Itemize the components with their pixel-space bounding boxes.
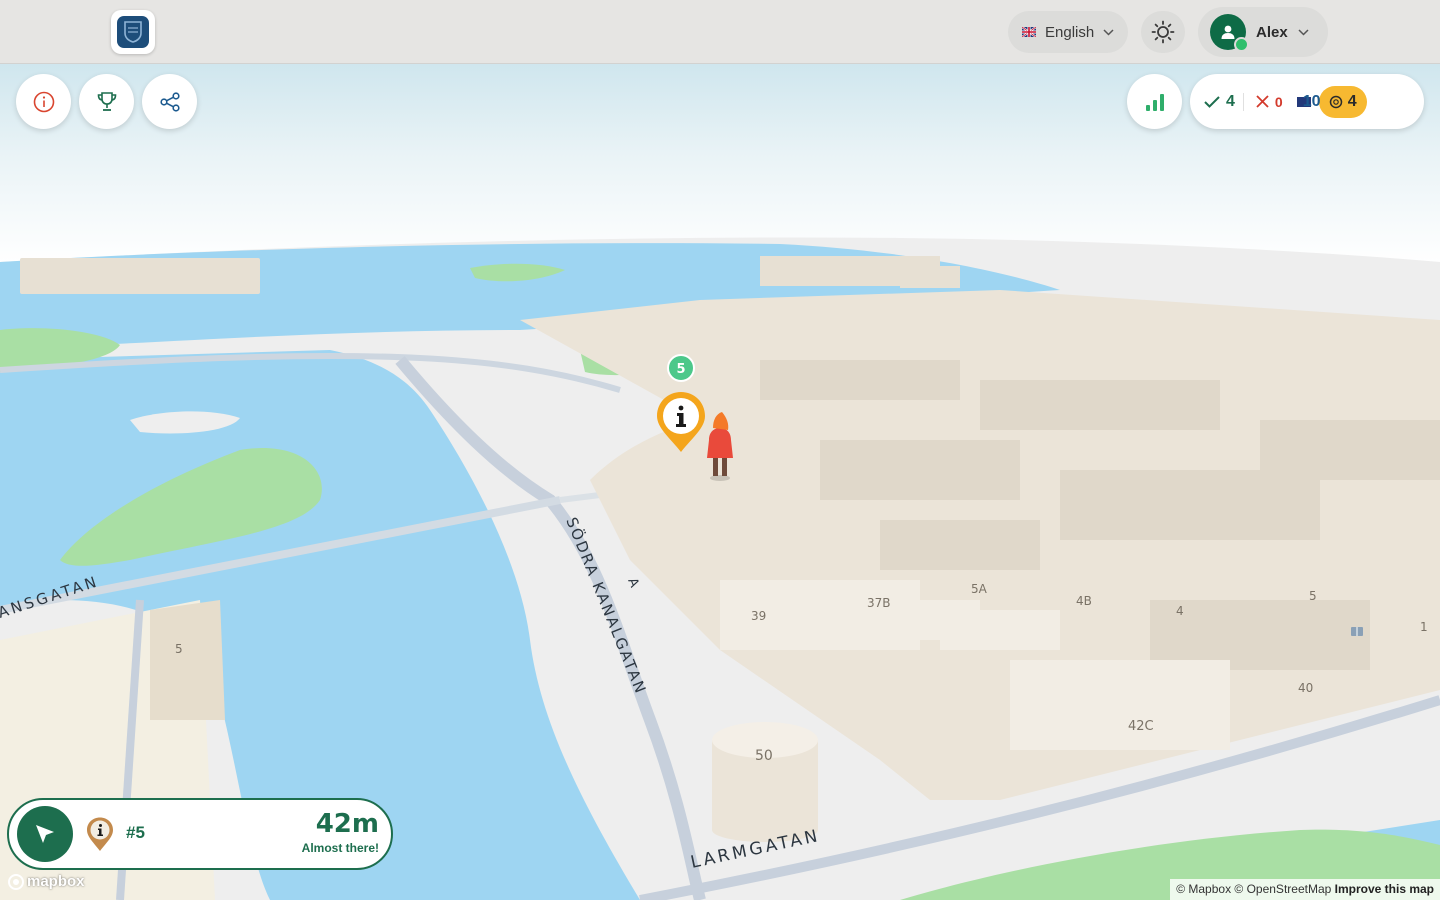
online-status-dot	[1234, 37, 1249, 52]
poi-pin-icon	[85, 816, 115, 857]
score-panel: 4 0 10 4	[1190, 74, 1424, 129]
chevron-down-icon	[1103, 28, 1114, 36]
cluster-count: 5	[676, 362, 685, 377]
sun-icon	[1151, 20, 1175, 44]
app-logo[interactable]	[111, 10, 155, 54]
wrong-value: 0	[1274, 93, 1283, 110]
trophy-icon	[97, 91, 116, 111]
house-number: 5A	[971, 582, 988, 596]
user-name: Alex	[1256, 23, 1288, 41]
theme-toggle-button[interactable]	[1141, 11, 1185, 53]
improve-map-link[interactable]: Improve this map	[1335, 882, 1434, 896]
language-selector[interactable]: English	[1008, 11, 1128, 53]
bar-chart-icon	[1145, 93, 1164, 111]
distance-message: Almost there!	[301, 841, 379, 855]
wrong-count: 0	[1256, 94, 1283, 110]
poi-number: #5	[126, 823, 145, 842]
mapbox-logo-text: mapbox	[27, 873, 85, 890]
house-number: 39	[751, 609, 766, 623]
house-number: 4B	[1076, 594, 1092, 608]
info-button[interactable]	[16, 74, 71, 129]
stats-button[interactable]	[1127, 74, 1182, 129]
coin-value: 4	[1347, 92, 1357, 110]
house-number: 37B	[867, 596, 891, 610]
distance-value: 42m	[315, 809, 379, 839]
crest-icon	[117, 16, 149, 48]
house-number: 5	[1309, 589, 1317, 603]
cross-icon	[1256, 95, 1269, 108]
user-menu[interactable]: Alex	[1198, 7, 1328, 57]
navigation-arrow-icon	[36, 825, 54, 843]
house-number: 4	[1176, 604, 1184, 618]
language-label: English	[1045, 23, 1095, 41]
info-circle-icon	[33, 91, 54, 112]
divider	[1242, 92, 1244, 111]
map-attribution: © Mapbox © OpenStreetMap Improve this ma…	[1170, 879, 1440, 900]
share-icon	[159, 91, 180, 112]
house-number: 1	[1420, 620, 1428, 634]
correct-count: 4	[1204, 93, 1235, 111]
house-number: 50	[755, 748, 773, 764]
house-number: 5	[175, 642, 183, 656]
check-icon	[1204, 95, 1220, 108]
leaderboard-button[interactable]	[79, 74, 134, 129]
map-canvas[interactable]: SÖDRA KANALGATAN LARMGATAN ANSGATAN A 39…	[0, 0, 1440, 900]
correct-value: 4	[1226, 92, 1235, 110]
navigate-button[interactable]	[17, 806, 73, 862]
flag-count: 10	[1296, 93, 1321, 110]
house-number: 40	[1298, 681, 1313, 695]
book-icon	[1351, 627, 1363, 636]
chevron-down-icon	[1298, 28, 1309, 36]
attribution-text[interactable]: © Mapbox © OpenStreetMap	[1176, 882, 1331, 896]
mapbox-logo[interactable]: mapbox	[8, 873, 85, 890]
coin-icon	[1329, 95, 1342, 108]
round-building	[712, 722, 818, 842]
poi-cluster-badge[interactable]: 5	[667, 354, 695, 382]
uk-flag-icon	[1022, 27, 1036, 37]
user-icon	[1221, 25, 1235, 39]
share-button[interactable]	[142, 74, 197, 129]
avatar	[1210, 14, 1249, 52]
coin-badge: 4	[1318, 85, 1367, 118]
mapbox-icon	[8, 873, 24, 890]
house-number: 42C	[1128, 719, 1154, 734]
flag-value: 10	[1302, 92, 1321, 110]
navigation-card[interactable]: #5 42m Almost there!	[7, 798, 393, 870]
